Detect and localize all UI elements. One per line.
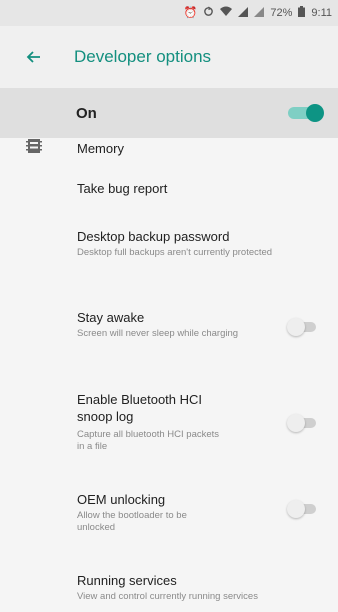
oem-unlocking-toggle[interactable] [287,500,318,518]
master-switch-label: On [76,104,97,122]
wifi-icon [220,6,233,20]
toggle-thumb [287,500,305,518]
list-item-subtitle: Capture all bluetooth HCI packets in a f… [77,429,220,452]
list-item-memory[interactable]: Memory [0,138,338,168]
list-item-subtitle: Screen will never sleep while charging [77,328,239,339]
list-item-running-services[interactable]: Running services View and control curren… [0,572,338,612]
battery-percent: 72% [270,7,293,19]
list-item-title: Take bug report [77,181,168,196]
master-switch-row[interactable]: On [0,88,338,138]
sync-icon [203,6,214,20]
signal-icon [254,6,265,20]
list-item-title: Enable Bluetooth HCI snoop log [77,392,203,424]
app-bar: Developer options [0,26,338,88]
list-item-desktop-backup[interactable]: Desktop backup password Desktop full bac… [0,228,338,282]
list-item-subtitle: Allow the bootloader to be unlocked [77,510,187,533]
stay-awake-toggle[interactable] [287,318,318,336]
master-toggle[interactable] [288,104,324,122]
toggle-thumb [287,318,305,336]
list-item-bluetooth-hci[interactable]: Enable Bluetooth HCI snoop log Capture a… [0,391,338,471]
list-item-stay-awake[interactable]: Stay awake Screen will never sleep while… [0,309,338,363]
list-item-title: Desktop backup password [77,229,230,244]
list-item-title: OEM unlocking [77,492,166,507]
toggle-thumb [306,104,324,122]
list-item-bug-report[interactable]: Take bug report [0,180,338,210]
list-item-subtitle: View and control currently running servi… [77,591,258,602]
toggle-thumb [287,414,305,432]
memory-icon [26,138,42,154]
clock: 9:11 [311,7,332,19]
list-item-subtitle: Desktop full backups aren't currently pr… [77,247,273,258]
battery-icon [298,6,306,20]
signal-icon [238,6,249,20]
alarm-icon: ⏰ [183,6,198,19]
list-item-title: Stay awake [77,310,145,325]
page-title: Developer options [74,47,212,66]
list-item-title: Running services [77,573,177,588]
list-item-oem-unlocking[interactable]: OEM unlocking Allow the bootloader to be… [0,491,338,545]
status-bar: ⏰ 72% 9:11 [0,0,338,26]
list-item-title: Memory [77,141,124,156]
bluetooth-hci-toggle[interactable] [287,414,318,432]
arrow-back-icon[interactable] [20,44,46,70]
